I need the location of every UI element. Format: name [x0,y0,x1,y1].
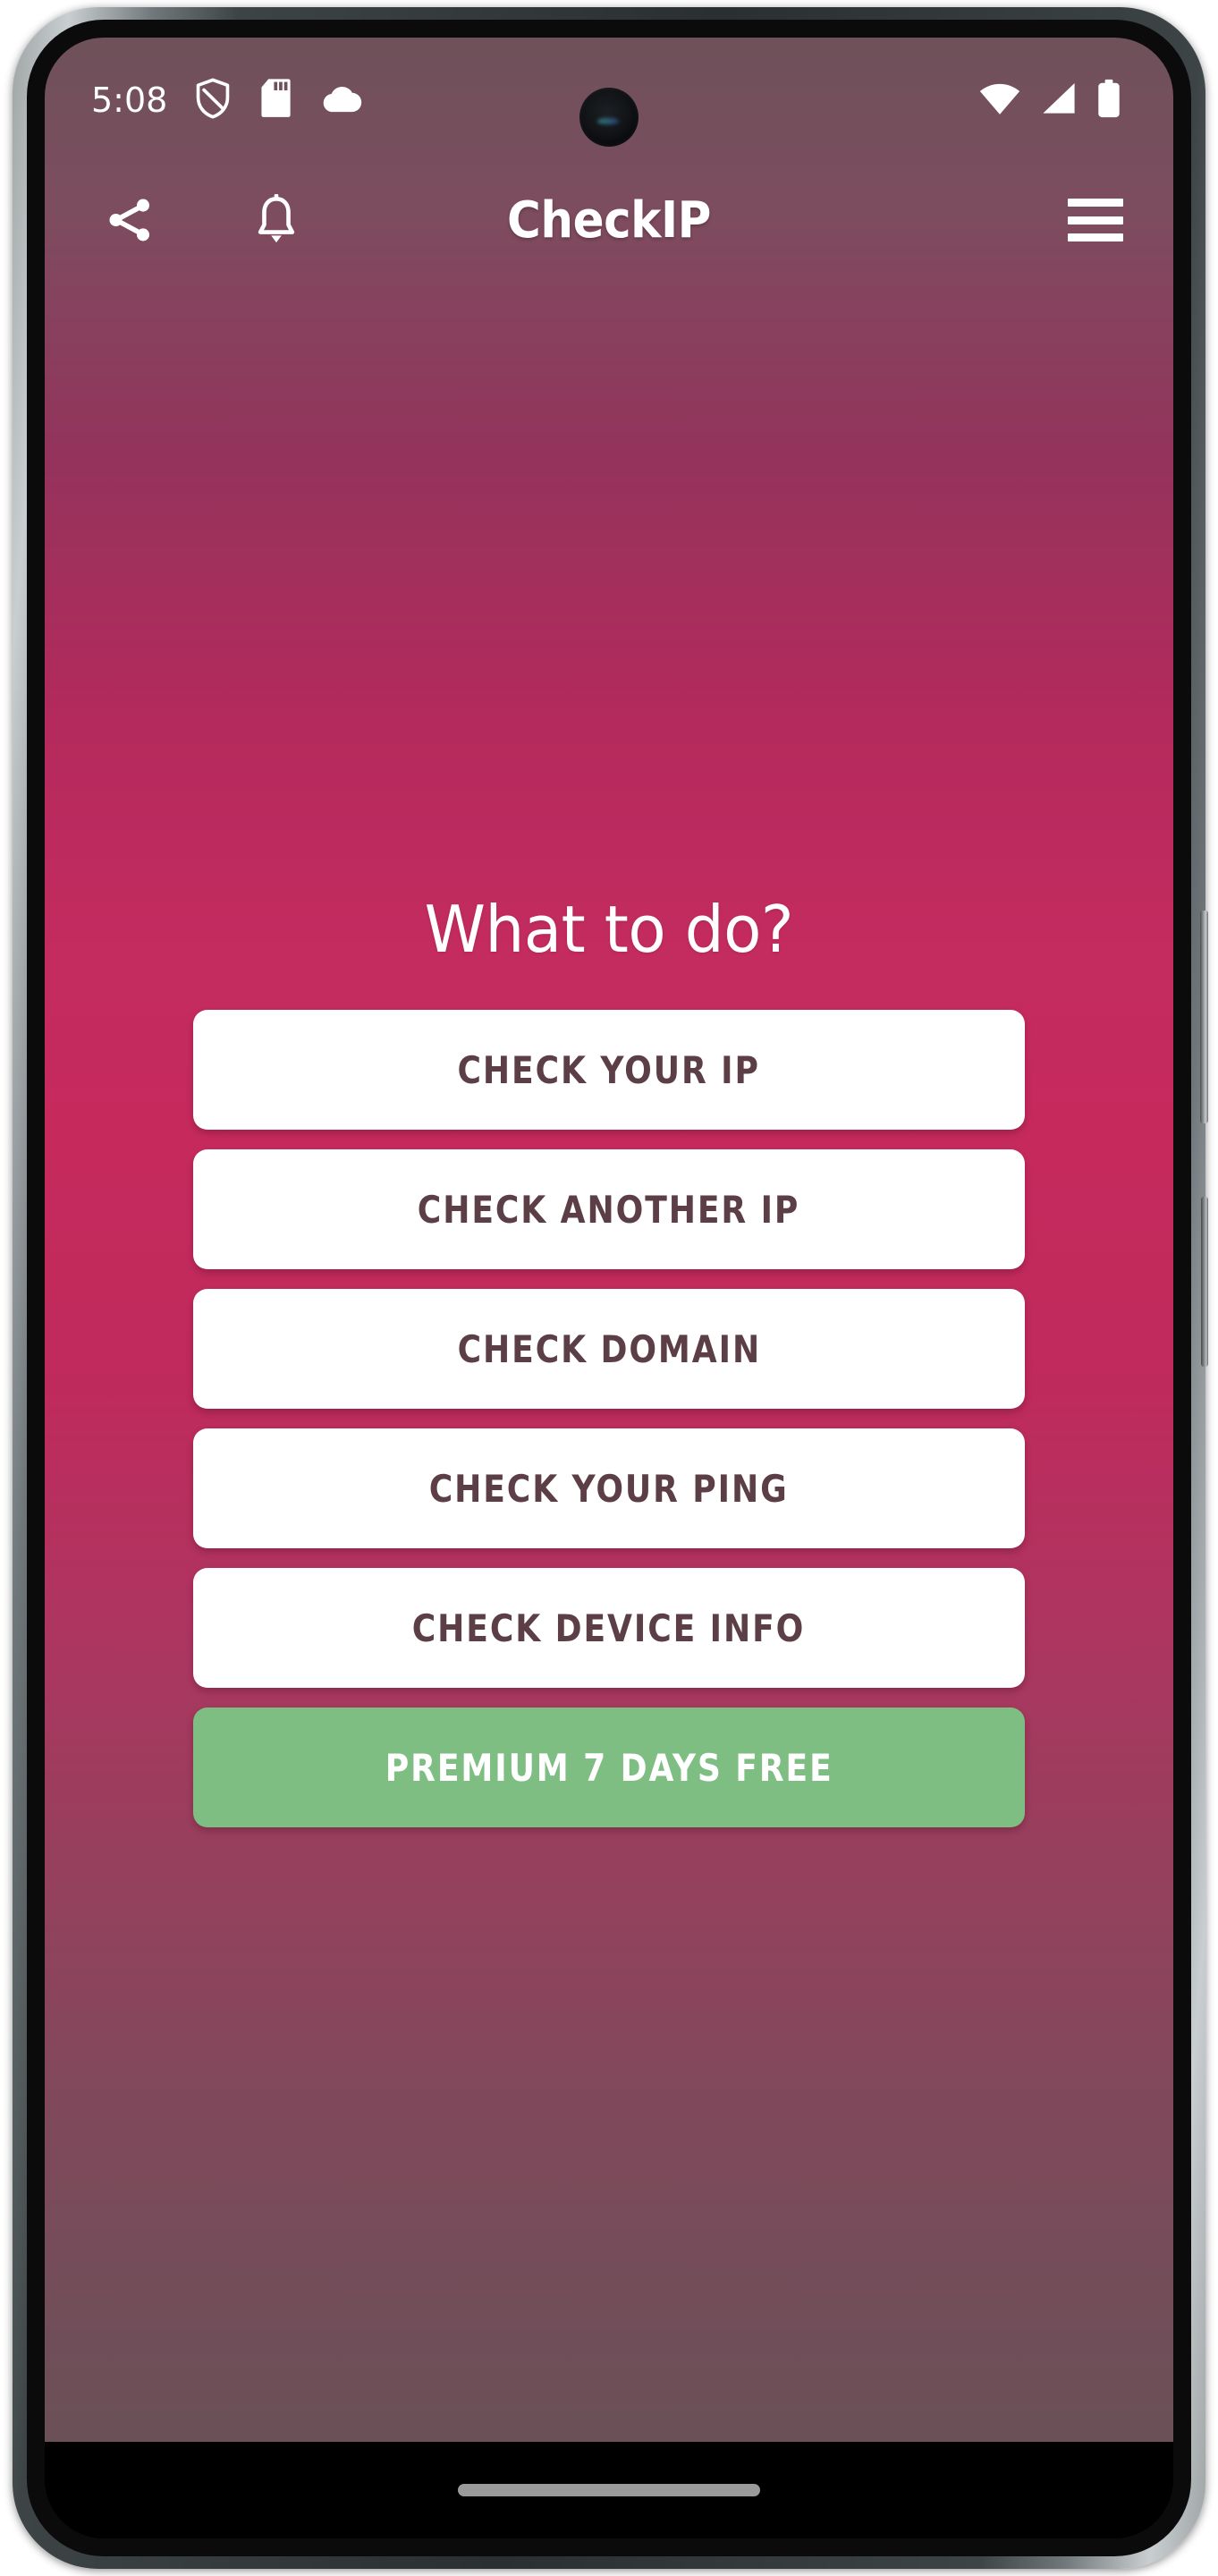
check-device-info-button[interactable]: CHECK DEVICE INFO [193,1568,1025,1688]
status-bar-left-group: 5:08 [91,78,362,123]
wifi-icon [978,80,1021,121]
battery-icon [1096,79,1121,123]
check-your-ping-button[interactable]: CHECK YOUR PING [193,1428,1025,1548]
action-button-label: CHECK YOUR PING [429,1466,789,1511]
vpn-shield-icon [194,78,232,123]
hamburger-bar [1068,199,1123,207]
app-background: 5:08 CheckIP What to do? CHECK YOUR IP C… [45,38,1173,2442]
power-button[interactable] [1200,911,1208,1123]
premium-trial-button[interactable]: PREMIUM 7 DAYS FREE [193,1707,1025,1827]
sd-card-icon [258,78,292,123]
section-heading: What to do? [424,892,794,967]
app-bar-left-actions [100,191,306,250]
action-button-label: PREMIUM 7 DAYS FREE [385,1745,833,1790]
action-button-label: CHECK YOUR IP [457,1047,761,1092]
action-button-label: CHECK ANOTHER IP [418,1187,800,1232]
status-clock: 5:08 [91,80,168,120]
app-bar: CheckIP [45,163,1173,277]
system-navigation-bar [45,2442,1173,2538]
volume-button[interactable] [1201,1197,1208,1367]
bell-icon[interactable] [247,191,306,250]
front-camera-punch-hole [579,88,639,147]
share-icon[interactable] [100,191,159,250]
hamburger-bar [1068,233,1123,242]
phone-frame: 5:08 CheckIP What to do? CHECK YOUR IP C… [13,7,1208,2569]
phone-screen: 5:08 CheckIP What to do? CHECK YOUR IP C… [45,38,1173,2538]
check-another-ip-button[interactable]: CHECK ANOTHER IP [193,1149,1025,1269]
app-bar-right-actions [1068,199,1123,242]
check-domain-button[interactable]: CHECK DOMAIN [193,1289,1025,1409]
hamburger-bar [1068,216,1123,225]
check-your-ip-button[interactable]: CHECK YOUR IP [193,1010,1025,1130]
cloud-icon [319,81,362,120]
gesture-home-pill[interactable] [458,2484,760,2496]
action-button-list: CHECK YOUR IP CHECK ANOTHER IP CHECK DOM… [193,1010,1025,1827]
action-button-label: CHECK DOMAIN [457,1326,761,1371]
hamburger-menu-icon[interactable] [1068,199,1123,242]
main-content: What to do? CHECK YOUR IP CHECK ANOTHER … [45,277,1173,2442]
action-button-label: CHECK DEVICE INFO [412,1606,806,1650]
status-bar-right-group [978,79,1121,123]
cellular-signal-icon [1039,80,1078,121]
